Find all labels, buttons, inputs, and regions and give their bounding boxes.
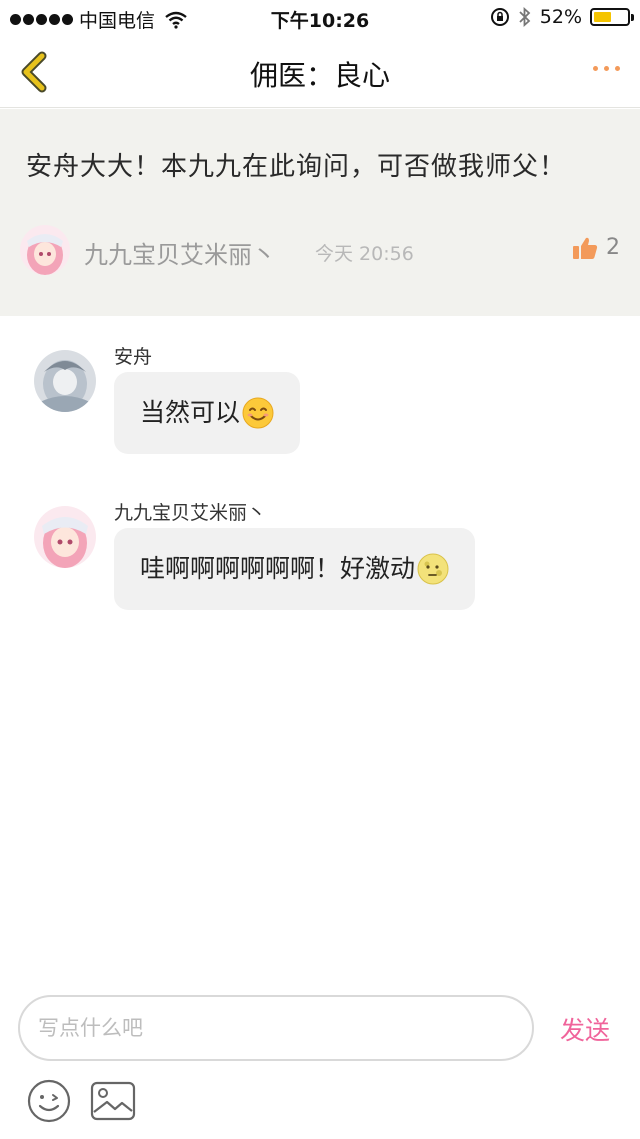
post-text: 安舟大大！本九九在此询问，可否做我师父！ (26, 152, 567, 182)
like-count: 2 (606, 235, 620, 260)
post-meta: 九九宝贝艾米丽丶 今天 20:56 2 (20, 225, 620, 279)
more-dots-icon[interactable] (593, 66, 620, 71)
post-card: 安舟大大！本九九在此询问，可否做我师父！ 九九宝贝艾米丽丶 今天 20:56 2 (0, 109, 640, 316)
status-bar: 中国电信 下午10:26 52% (0, 0, 640, 36)
battery-icon (590, 8, 634, 26)
comment-input-box[interactable] (18, 995, 534, 1061)
send-button[interactable]: 发送 (560, 1011, 610, 1047)
avatar[interactable] (34, 506, 96, 568)
post-author[interactable]: 九九宝贝艾米丽丶 (84, 235, 276, 270)
message-sender: 九九宝贝艾米丽丶 (114, 502, 267, 524)
image-icon[interactable] (90, 1078, 136, 1124)
emoji-face-icon[interactable] (26, 1078, 72, 1124)
status-right: 52% (490, 6, 634, 28)
message-bubble: 当然可以 (114, 372, 301, 454)
thumbs-up-icon (573, 237, 598, 259)
list-item: 安舟 当然可以 (34, 346, 554, 460)
avatar[interactable] (20, 225, 70, 275)
message-text: 当然可以 (140, 398, 241, 427)
battery-percent: 52% (539, 6, 582, 28)
message-text: 哇啊啊啊啊啊啊！好激动 (140, 554, 416, 583)
moon-face-emoji-icon (417, 553, 449, 585)
smile-emoji-icon (242, 397, 274, 429)
post-time: 今天 20:56 (315, 243, 414, 265)
list-item: 九九宝贝艾米丽丶 哇啊啊啊啊啊啊！好激动 (34, 502, 594, 616)
nav-bar: 佣医：良心 (0, 36, 640, 108)
battery-fill (594, 12, 611, 22)
message-sender: 安舟 (114, 346, 153, 368)
page-title: 佣医：良心 (249, 59, 390, 92)
bluetooth-icon (519, 7, 531, 27)
rotation-lock-icon (490, 8, 509, 26)
message-bubble: 哇啊啊啊啊啊啊！好激动 (114, 528, 476, 610)
like-button[interactable]: 2 (572, 235, 620, 260)
avatar[interactable] (34, 350, 96, 412)
comment-input[interactable] (38, 1011, 508, 1045)
